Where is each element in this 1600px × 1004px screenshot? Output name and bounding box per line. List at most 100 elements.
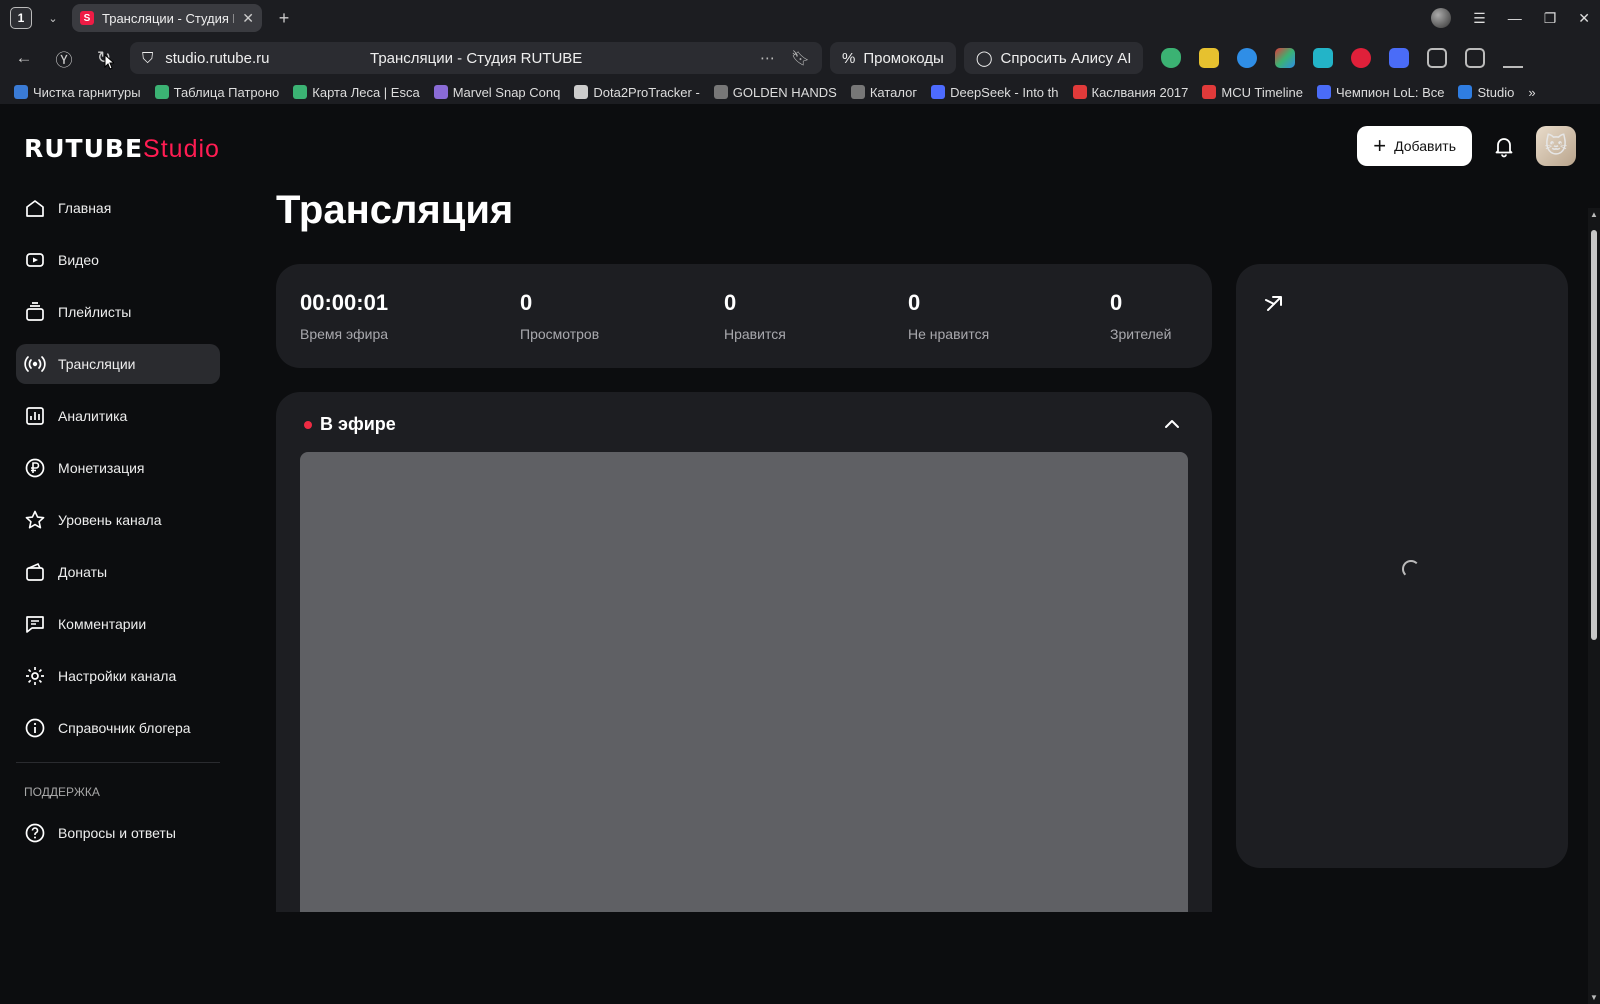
more-bookmarks-icon[interactable]: »	[1528, 85, 1535, 100]
sidebar-item[interactable]: Трансляции	[16, 344, 220, 384]
bookmark-item[interactable]: Studio	[1458, 85, 1514, 100]
bookmark-label: Marvel Snap Conq	[452, 84, 561, 100]
record-extension-icon[interactable]	[1351, 48, 1372, 68]
bookmark-item[interactable]: DeepSeek - Into th	[931, 84, 1059, 100]
bookmark-favicon-icon	[574, 85, 589, 99]
sidebar-item-label: Трансляции	[58, 356, 136, 372]
bookmark-label: DeepSeek - Into th	[950, 84, 1059, 100]
bell-icon[interactable]	[1492, 134, 1516, 158]
studio-app: RUTUBEStudio + Добавить 🐱 Главная Видео Пл…	[0, 104, 1600, 1004]
bookmark-item[interactable]: Карта Леса | Esca	[293, 84, 420, 100]
bookmark-favicon-icon	[154, 85, 169, 99]
bookmark-item[interactable]: Чистка гарнитуры	[14, 85, 141, 100]
bookmark-item[interactable]: Dota2ProTracker -	[574, 85, 700, 100]
close-tab-icon[interactable]: ✕	[242, 10, 254, 27]
bookmark-favicon-icon	[1317, 85, 1332, 99]
sidebar-item[interactable]: Настройки канала	[16, 656, 220, 696]
adguard-extension-icon[interactable]	[1161, 48, 1182, 68]
live-card: В эфире	[276, 392, 1212, 912]
alice-label: Спросить Алису AI	[1000, 49, 1132, 67]
bookmark-icon[interactable]: 🔖︎	[791, 49, 810, 67]
add-button[interactable]: + Добавить	[1357, 126, 1472, 166]
bookmark-label: Карта Леса | Esca	[312, 84, 420, 100]
bookmark-item[interactable]: Таблица Патроно	[154, 85, 279, 100]
chevron-up-icon[interactable]	[1162, 414, 1182, 434]
page-title: Трансляция	[276, 188, 514, 232]
stat-label: Зрителей	[1110, 326, 1172, 342]
sidebar-item-label: Монетизация	[58, 460, 145, 476]
audio-extension-icon[interactable]	[1389, 48, 1410, 68]
header-actions: + Добавить 🐱	[1357, 126, 1576, 166]
bookmark-label: MCU Timeline	[1221, 84, 1304, 100]
puzzle-extensions-icon[interactable]	[1427, 48, 1448, 68]
back-icon[interactable]: ←	[8, 42, 40, 74]
browser-tab-bar: 1 ⌄ S Трансляции - Студия R ✕ + ☰ — ❐ ✕	[0, 0, 1600, 36]
sidebar-item[interactable]: Плейлисты	[16, 292, 220, 332]
new-tab-icon[interactable]: +	[272, 8, 296, 29]
stats-card: 00:00:01 Время эфира 0 Просмотров 0 Нравится 0…	[276, 264, 1212, 368]
sidebar-item[interactable]: Уровень канала	[16, 500, 220, 540]
sidebar-item-label: Аналитика	[58, 408, 128, 424]
sync-extension-icon[interactable]	[1237, 48, 1258, 68]
popout-icon[interactable]	[1262, 290, 1288, 316]
sidebar-item[interactable]: Справочник блогера	[16, 708, 220, 748]
bookmark-favicon-icon	[293, 85, 308, 99]
restore-icon[interactable]: ❐	[1544, 10, 1557, 27]
bookmark-item[interactable]: MCU Timeline	[1202, 85, 1303, 100]
tab-list-icon[interactable]: ⌄	[42, 7, 64, 29]
close-window-icon[interactable]: ✕	[1578, 10, 1590, 27]
sidebar-item[interactable]: Видео	[16, 240, 220, 280]
sidebar-item[interactable]: Аналитика	[16, 396, 220, 436]
bookmark-item[interactable]: Каталог	[850, 84, 918, 100]
video-icon	[24, 249, 46, 271]
bookmark-item[interactable]: Чемпион LoL: Все	[1317, 85, 1444, 100]
translate-extension-icon[interactable]	[1313, 48, 1334, 68]
bookmark-label: Каталог	[869, 84, 918, 100]
sidebar-item[interactable]: Монетизация	[16, 448, 220, 488]
bookmark-item[interactable]: GOLDEN HANDS	[713, 85, 837, 100]
minimize-icon[interactable]: —	[1508, 10, 1522, 26]
support-item[interactable]: Вопросы и ответы	[16, 813, 220, 853]
live-heading: В эфире	[304, 414, 396, 435]
sidebar-item[interactable]: Главная	[16, 188, 220, 228]
download-icon[interactable]	[1503, 48, 1524, 68]
browser-tab[interactable]: S Трансляции - Студия R ✕	[72, 4, 262, 32]
scrollbar-thumb[interactable]	[1591, 230, 1597, 640]
add-button-label: Добавить	[1394, 138, 1456, 154]
scroll-up-icon[interactable]: ▲	[1588, 210, 1600, 219]
alice-button[interactable]: ◯ Спросить Алису AI	[963, 42, 1144, 74]
bookmark-item[interactable]: Marvel Snap Conq	[433, 84, 561, 100]
scroll-down-icon[interactable]: ▼	[1588, 993, 1600, 1002]
avatar[interactable]: 🐱	[1536, 126, 1576, 166]
wallet-extension-icon[interactable]	[1199, 48, 1220, 68]
live-heading-label: В эфире	[320, 414, 396, 434]
bookmark-item[interactable]: Каслвания 2017	[1072, 85, 1188, 100]
tab-counter[interactable]: 1	[10, 7, 32, 29]
comment-icon	[24, 613, 46, 635]
logo-sub: Studio	[143, 135, 220, 163]
profile-icon[interactable]	[1431, 8, 1452, 28]
sidebar-item-label: Видео	[58, 252, 99, 268]
page-scrollbar[interactable]: ▲ ▼	[1588, 208, 1600, 1004]
promo-button[interactable]: % Промокоды	[830, 42, 956, 74]
yandex-icon[interactable]: Ⓨ	[48, 42, 80, 74]
color-extension-icon[interactable]	[1275, 48, 1296, 68]
rutube-studio-logo[interactable]: RUTUBEStudio	[24, 134, 220, 164]
video-player[interactable]	[300, 452, 1188, 912]
url-field[interactable]: ⛉ studio.rutube.ru Трансляции - Студия R…	[130, 42, 822, 74]
menu-icon[interactable]: ☰	[1473, 10, 1486, 27]
sidebar-item-label: Донаты	[58, 564, 108, 580]
stat-value: 0	[724, 290, 737, 315]
broadcast-icon	[24, 353, 46, 375]
bookmark-favicon-icon	[1202, 85, 1217, 99]
more-icon[interactable]: ⋯	[760, 49, 775, 67]
sidebar-divider	[16, 762, 220, 763]
stat-item: 0 Зрителей	[1110, 290, 1171, 342]
stat-item: 0 Просмотров	[520, 290, 599, 342]
bookmarks-bar: Чистка гарнитуры Таблица Патроно Карта Лес…	[0, 80, 1600, 104]
sidebar-item[interactable]: Донаты	[16, 552, 220, 592]
playlist-icon	[24, 301, 46, 323]
loading-spinner-icon	[1402, 560, 1420, 578]
collections-icon[interactable]	[1465, 48, 1486, 68]
sidebar-item[interactable]: Комментарии	[16, 604, 220, 644]
